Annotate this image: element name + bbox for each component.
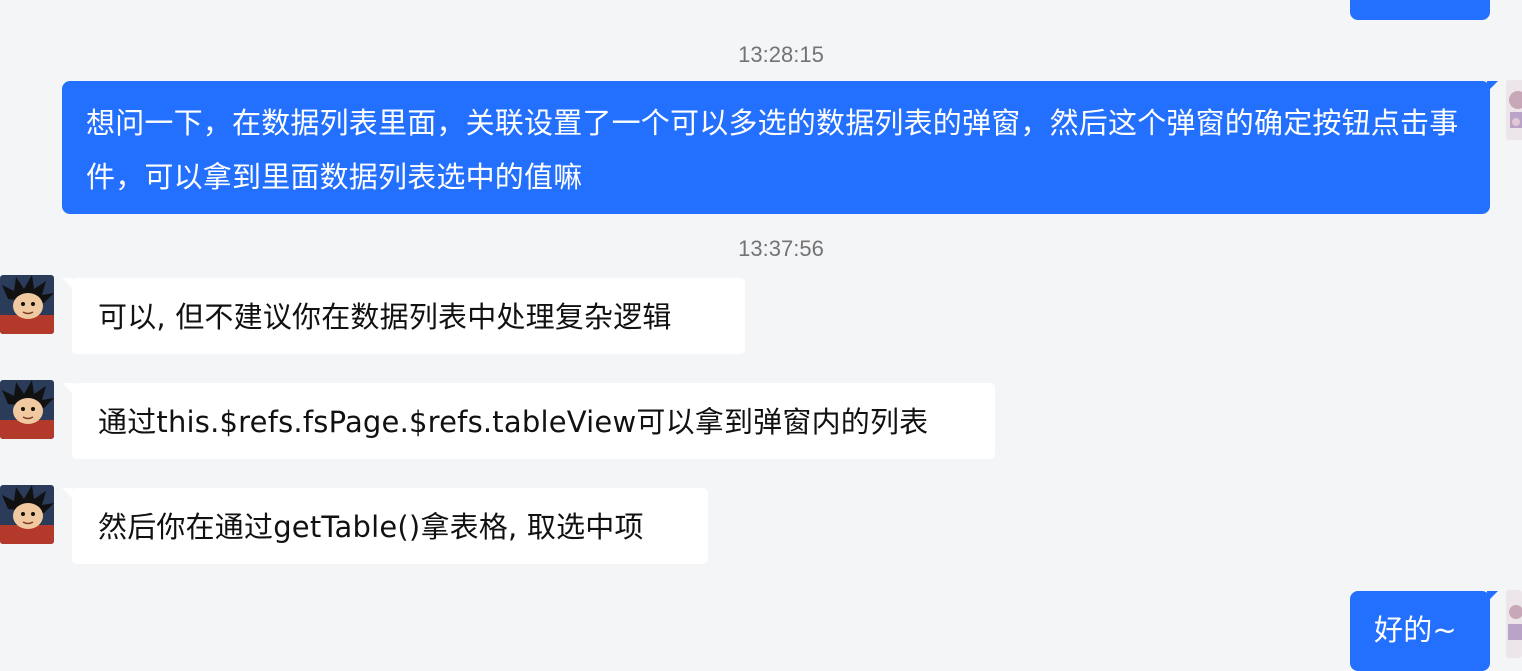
outgoing-message-bubble[interactable]: 好的~ bbox=[1350, 591, 1490, 671]
contact-avatar-icon[interactable] bbox=[0, 485, 54, 544]
message-text: 好的~ bbox=[1374, 613, 1457, 647]
incoming-message-bubble[interactable]: 通过this.$refs.fsPage.$refs.tableView可以拿到弹… bbox=[72, 383, 995, 459]
previous-message-bubble[interactable] bbox=[1350, 0, 1490, 20]
user-avatar-icon[interactable] bbox=[1506, 80, 1522, 140]
bubble-tail bbox=[1487, 81, 1498, 92]
contact-avatar-icon[interactable] bbox=[0, 275, 54, 334]
outgoing-message-bubble[interactable]: 想问一下，在数据列表里面，关联设置了一个可以多选的数据列表的弹窗，然后这个弹窗的… bbox=[62, 81, 1490, 214]
message-timestamp: 13:28:15 bbox=[738, 42, 824, 67]
bubble-tail bbox=[1487, 591, 1498, 602]
message-timestamp: 13:37:56 bbox=[738, 236, 824, 261]
incoming-message-bubble[interactable]: 然后你在通过getTable()拿表格, 取选中项 bbox=[72, 488, 708, 564]
contact-avatar-icon[interactable] bbox=[0, 380, 54, 439]
message-text: 想问一下，在数据列表里面，关联设置了一个可以多选的数据列表的弹窗，然后这个弹窗的… bbox=[86, 106, 1459, 194]
message-text: 然后你在通过getTable()拿表格, 取选中项 bbox=[98, 510, 644, 544]
message-text: 通过this.$refs.fsPage.$refs.tableView可以拿到弹… bbox=[98, 405, 929, 439]
user-avatar-icon[interactable] bbox=[1506, 590, 1522, 658]
message-text: 可以, 但不建议你在数据列表中处理复杂逻辑 bbox=[98, 300, 672, 334]
incoming-message-bubble[interactable]: 可以, 但不建议你在数据列表中处理复杂逻辑 bbox=[72, 278, 745, 354]
